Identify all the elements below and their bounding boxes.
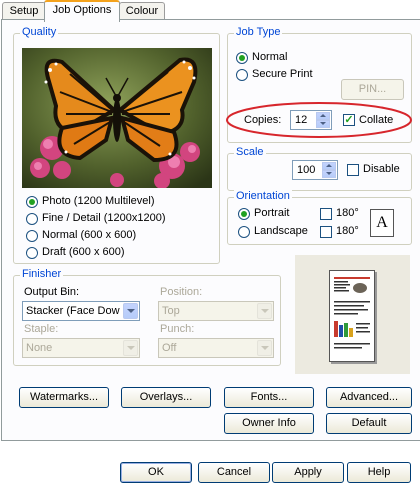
staple-label: Staple: <box>24 323 59 335</box>
punch-label: Punch: <box>160 323 195 335</box>
tab-colour[interactable]: Colour <box>119 2 165 20</box>
scale-disable-label: Disable <box>363 163 400 175</box>
staple-value: None <box>26 342 53 354</box>
position-dropdown-icon[interactable] <box>257 303 272 319</box>
help-button[interactable]: Help <box>347 462 411 483</box>
quality-normal-radio[interactable] <box>26 230 38 242</box>
staple-dropdown-icon[interactable] <box>123 340 138 356</box>
page-preview-thumbnail-icon <box>334 277 370 349</box>
quality-normal-label: Normal (600 x 600) <box>42 229 137 241</box>
landscape-180-label: 180° <box>336 225 359 237</box>
tab-setup[interactable]: Setup <box>2 2 46 20</box>
punch-select[interactable]: Off <box>158 338 274 358</box>
advanced-button[interactable]: Advanced... <box>326 387 412 408</box>
page-preview-area <box>295 255 410 374</box>
portrait-180-checkbox[interactable] <box>320 208 332 220</box>
position-value: Top <box>162 305 180 317</box>
job-type-secure-radio[interactable] <box>236 69 248 81</box>
copies-highlight-ellipse <box>226 102 412 138</box>
watermarks-button[interactable]: Watermarks... <box>19 387 109 408</box>
orientation-landscape-label: Landscape <box>254 225 308 237</box>
scale-value: 100 <box>297 164 316 176</box>
pin-button[interactable]: PIN... <box>341 79 404 100</box>
overlays-button[interactable]: Overlays... <box>121 387 211 408</box>
apply-button[interactable]: Apply <box>272 462 344 483</box>
scale-spinner[interactable]: 100 <box>292 160 338 180</box>
default-button[interactable]: Default <box>326 413 412 434</box>
quality-preview-image <box>22 48 212 189</box>
punch-value: Off <box>162 342 177 354</box>
job-type-legend: Job Type <box>234 26 283 38</box>
landscape-180-checkbox[interactable] <box>320 226 332 238</box>
orientation-preview-icon: A <box>370 209 394 237</box>
job-type-normal-radio[interactable] <box>236 52 248 64</box>
scale-disable-checkbox[interactable] <box>347 164 359 176</box>
position-label: Position: <box>160 286 203 298</box>
output-bin-select[interactable]: Stacker (Face Dow <box>22 301 140 321</box>
fonts-button[interactable]: Fonts... <box>224 387 314 408</box>
cancel-button[interactable]: Cancel <box>198 462 270 483</box>
quality-legend: Quality <box>20 26 59 38</box>
output-bin-value: Stacker (Face Dow <box>26 305 120 317</box>
quality-photo-radio[interactable] <box>26 196 38 208</box>
quality-fine-radio[interactable] <box>26 213 38 225</box>
output-bin-label: Output Bin: <box>24 286 80 298</box>
quality-draft-label: Draft (600 x 600) <box>42 246 125 258</box>
scale-up-arrow-icon[interactable] <box>322 162 336 170</box>
finisher-legend: Finisher <box>20 268 64 280</box>
job-type-secure-label: Secure Print <box>252 68 313 80</box>
page-preview-sheet <box>329 270 375 362</box>
quality-fine-label: Fine / Detail (1200x1200) <box>42 212 166 224</box>
orientation-landscape-radio[interactable] <box>238 226 250 238</box>
orientation-legend: Orientation <box>234 190 292 202</box>
staple-select[interactable]: None <box>22 338 140 358</box>
output-bin-dropdown-icon[interactable] <box>123 303 138 319</box>
ok-button[interactable]: OK <box>120 462 192 483</box>
portrait-180-label: 180° <box>336 207 359 219</box>
orientation-portrait-label: Portrait <box>254 207 290 219</box>
scale-legend: Scale <box>234 146 266 158</box>
quality-photo-label: Photo (1200 Multilevel) <box>42 195 155 207</box>
punch-dropdown-icon[interactable] <box>257 340 272 356</box>
owner-info-button[interactable]: Owner Info <box>224 413 314 434</box>
scale-down-arrow-icon[interactable] <box>322 170 336 178</box>
quality-draft-radio[interactable] <box>26 247 38 259</box>
tab-job-options[interactable]: Job Options <box>44 0 120 22</box>
orientation-preview-letter: A <box>376 214 388 231</box>
position-select[interactable]: Top <box>158 301 274 321</box>
orientation-portrait-radio[interactable] <box>238 208 250 220</box>
job-type-normal-label: Normal <box>252 51 288 63</box>
